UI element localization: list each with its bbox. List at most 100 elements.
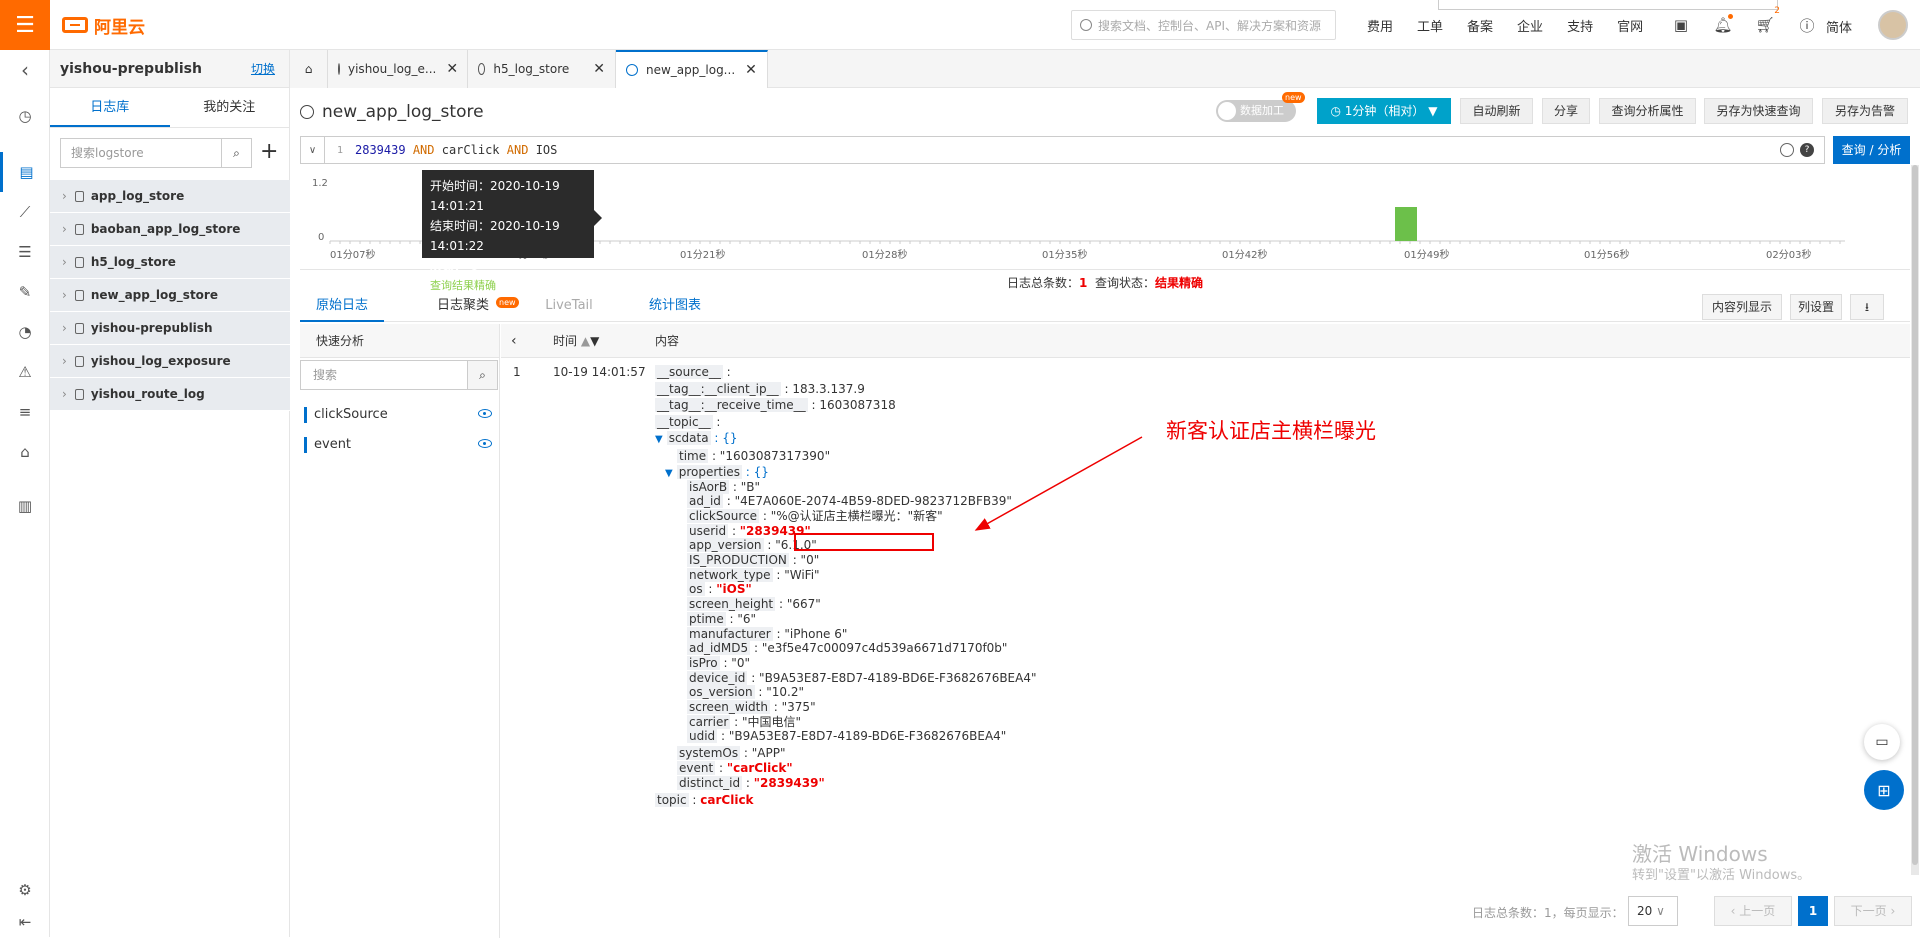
scrollbar[interactable] (1911, 165, 1919, 875)
pie-icon[interactable]: ◔ (0, 312, 50, 352)
bell-icon[interactable]: 🔔︎ (1710, 12, 1736, 38)
log-value[interactable]: 183.3.137.9 (792, 382, 865, 396)
logstore-search-input[interactable]: 搜索logstore ⌕ (60, 138, 252, 168)
apps-icon[interactable]: ⊞ (1864, 770, 1904, 810)
expand-icon[interactable]: ▼ (655, 434, 663, 445)
log-value[interactable]: "2839439" (754, 776, 825, 790)
log-value[interactable]: "6" (737, 612, 756, 626)
tab-yishou-log[interactable]: yishou_log_e... ✕ (328, 50, 468, 88)
back-icon[interactable]: ‹ (0, 50, 50, 90)
time-column-header[interactable]: 时间 ▲▼ (553, 324, 599, 358)
log-value[interactable]: "iOS" (716, 582, 751, 596)
scrollbar-thumb[interactable] (1912, 165, 1918, 865)
tab-new-app-log[interactable]: new_app_log... ✕ (616, 50, 768, 88)
prev-page-button[interactable]: ‹ 上一页 (1714, 896, 1792, 926)
global-search-input[interactable]: 搜索文档、控制台、API、解决方案和资源 (1071, 10, 1336, 40)
chevron-down-icon[interactable]: ∨ (301, 137, 325, 163)
add-logstore-icon[interactable]: + (260, 141, 278, 163)
page-number[interactable]: 1 (1798, 896, 1828, 926)
switch-project-link[interactable]: 切换 (251, 60, 275, 77)
help-icon[interactable]: ? (1800, 143, 1814, 157)
search-icon[interactable]: ⌕ (221, 139, 251, 167)
log-value[interactable]: "B" (741, 480, 760, 494)
language-switch[interactable]: 简体 (1826, 17, 1852, 36)
log-value[interactable]: "APP" (752, 746, 786, 760)
query-attributes-button[interactable]: 查询分析属性 (1599, 98, 1696, 124)
database-icon[interactable]: ☰ (0, 232, 50, 272)
eye-icon[interactable] (478, 439, 492, 448)
search-icon[interactable]: ⌕ (467, 361, 497, 389)
log-value[interactable]: "0" (731, 656, 750, 670)
doc-icon[interactable]: ▥ (0, 486, 50, 526)
terminal-icon[interactable]: ▣ (1668, 12, 1694, 38)
tab-log-cluster[interactable]: 日志聚类 (428, 290, 498, 322)
tab-livetail[interactable]: LiveTail (544, 290, 594, 322)
nav-enterprise[interactable]: 企业 (1505, 16, 1555, 35)
save-alarm-button[interactable]: 另存为告警 (1822, 98, 1908, 124)
logstore-item[interactable]: › h5_log_store (50, 246, 290, 279)
nav-support[interactable]: 支持 (1555, 16, 1605, 35)
hamburger-icon[interactable]: ☰ (0, 0, 50, 50)
alarm-icon[interactable]: ⚠ (0, 352, 50, 392)
tab-statistics-chart[interactable]: 统计图表 (644, 290, 706, 322)
sort-icon[interactable]: ▲ (581, 334, 590, 348)
tab-h5-log[interactable]: h5_log_store ✕ (468, 50, 616, 88)
sort-icon[interactable]: ▼ (590, 334, 599, 348)
close-icon[interactable]: ✕ (446, 61, 458, 77)
log-value[interactable]: carClick (700, 793, 753, 807)
histogram-bar[interactable] (1395, 207, 1417, 241)
log-value[interactable]: "iPhone 6" (784, 627, 847, 641)
logstore-item[interactable]: › baoban_app_log_store (50, 213, 290, 246)
log-value[interactable]: "667" (787, 597, 821, 611)
cart-icon[interactable]: 🛒︎ 2 (1752, 6, 1780, 38)
page-size-select[interactable]: 20 ∨ (1628, 896, 1678, 926)
log-value[interactable]: "B9A53E87-E8D7-4189-BD6E-F3682676BEA4" (729, 729, 1006, 743)
logstore-icon[interactable]: ▤ (0, 152, 50, 192)
query-input[interactable]: ∨ 1 2839439 AND carClick AND IOS ? (300, 136, 1825, 164)
tab-favorites[interactable]: 我的关注 (170, 88, 290, 127)
logstore-item[interactable]: › yishou_log_exposure (50, 345, 290, 378)
gear-icon[interactable] (1780, 143, 1794, 157)
log-value[interactable]: "1603087317390" (720, 449, 830, 463)
tab-logstores[interactable]: 日志库 (50, 88, 170, 127)
nav-icp[interactable]: 备案 (1455, 16, 1505, 35)
chat-icon[interactable]: ▭ (1864, 724, 1900, 760)
field-item[interactable]: clickSource (300, 400, 500, 430)
logstore-item[interactable]: › new_app_log_store (50, 279, 290, 312)
download-icon[interactable]: ⭳ (1850, 294, 1884, 320)
logstore-item[interactable]: › yishou-prepublish (50, 312, 290, 345)
log-value[interactable]: "0" (801, 553, 820, 567)
eye-icon[interactable] (478, 409, 492, 418)
chart-icon[interactable]: ⟋ (0, 192, 50, 232)
report-icon[interactable]: ✎ (0, 272, 50, 312)
chevron-left-icon[interactable]: ‹ (511, 324, 517, 358)
save-quick-query-button[interactable]: 另存为快速查询 (1704, 98, 1813, 124)
column-settings-button[interactable]: 列设置 (1790, 294, 1842, 320)
clock-icon[interactable]: ◷ (0, 96, 50, 136)
close-icon[interactable]: ✕ (745, 62, 757, 78)
log-value[interactable]: "e3f5e47c00097c4d539a6671d7170f0b" (762, 641, 1008, 655)
data-processing-toggle[interactable]: 数据加工 (1216, 100, 1296, 122)
log-value[interactable]: "WiFi" (784, 568, 819, 582)
content-column-button[interactable]: 内容列显示 (1702, 294, 1782, 320)
log-value[interactable]: "%@认证店主横栏曝光："新客" (771, 509, 943, 523)
share-button[interactable]: 分享 (1542, 98, 1590, 124)
next-page-button[interactable]: 下一页 › (1834, 896, 1912, 926)
log-value[interactable]: "375" (782, 700, 816, 714)
field-search-input[interactable]: 搜索 ⌕ (300, 360, 498, 390)
logstore-item[interactable]: › yishou_route_log (50, 378, 290, 411)
log-value[interactable]: "carClick" (727, 761, 793, 775)
auto-refresh-button[interactable]: 自动刷新 (1460, 98, 1533, 124)
help-icon[interactable]: ⓘ (1794, 12, 1820, 38)
log-value[interactable]: "4E7A060E-2074-4B59-8DED-9823712BFB39" (735, 494, 1012, 508)
log-value[interactable]: 1603087318 (819, 398, 895, 412)
scdata-node[interactable]: ▼ scdata : {} (655, 430, 738, 448)
close-icon[interactable]: ✕ (593, 61, 605, 77)
log-value[interactable]: "中国电信" (742, 715, 801, 729)
robot-icon[interactable]: ⌂ (0, 432, 50, 472)
expand-icon[interactable]: ▼ (665, 468, 673, 479)
home-tab[interactable]: ⌂ (290, 50, 328, 88)
nav-billing[interactable]: 费用 (1355, 16, 1405, 35)
log-value[interactable]: "10.2" (766, 685, 804, 699)
avatar[interactable] (1878, 10, 1908, 40)
